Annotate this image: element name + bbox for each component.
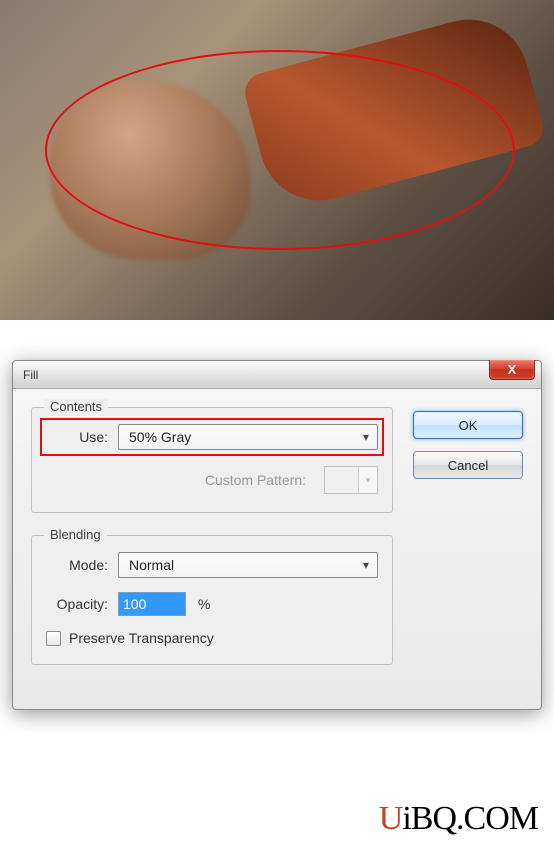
red-highlight-box: Use: 50% Gray (40, 418, 384, 456)
mode-dropdown[interactable]: Normal (118, 552, 378, 578)
pattern-swatch (325, 467, 359, 493)
fill-dialog: Fill X Contents Use: 50% Gray (12, 360, 542, 710)
dialog-title: Fill (23, 368, 38, 382)
watermark-logo: UiBQ.COM (379, 800, 538, 838)
preserve-transparency-label: Preserve Transparency (69, 630, 214, 646)
opacity-label: Opacity: (46, 596, 118, 612)
preserve-transparency-checkbox[interactable] (46, 631, 61, 646)
annotated-image (0, 0, 554, 320)
titlebar[interactable]: Fill X (13, 361, 541, 389)
red-ellipse-annotation (45, 50, 515, 250)
cancel-button[interactable]: Cancel (413, 451, 523, 479)
custom-pattern-picker: ▾ (324, 466, 378, 494)
use-dropdown[interactable]: 50% Gray (118, 424, 378, 450)
contents-group: Contents Use: 50% Gray Custom Pattern: (31, 407, 393, 513)
opacity-input[interactable] (118, 592, 186, 616)
use-label: Use: (46, 429, 118, 445)
blending-group: Blending Mode: Normal Opacity: % (31, 535, 393, 665)
mode-value: Normal (129, 557, 174, 573)
mode-label: Mode: (46, 557, 118, 573)
chevron-down-icon: ▾ (359, 467, 377, 493)
close-icon: X (508, 362, 517, 377)
opacity-suffix: % (198, 596, 210, 612)
use-value: 50% Gray (129, 429, 191, 445)
contents-legend: Contents (44, 399, 108, 414)
blending-legend: Blending (44, 527, 107, 542)
custom-pattern-label: Custom Pattern: (205, 472, 316, 488)
ok-button[interactable]: OK (413, 411, 523, 439)
close-button[interactable]: X (489, 360, 535, 380)
